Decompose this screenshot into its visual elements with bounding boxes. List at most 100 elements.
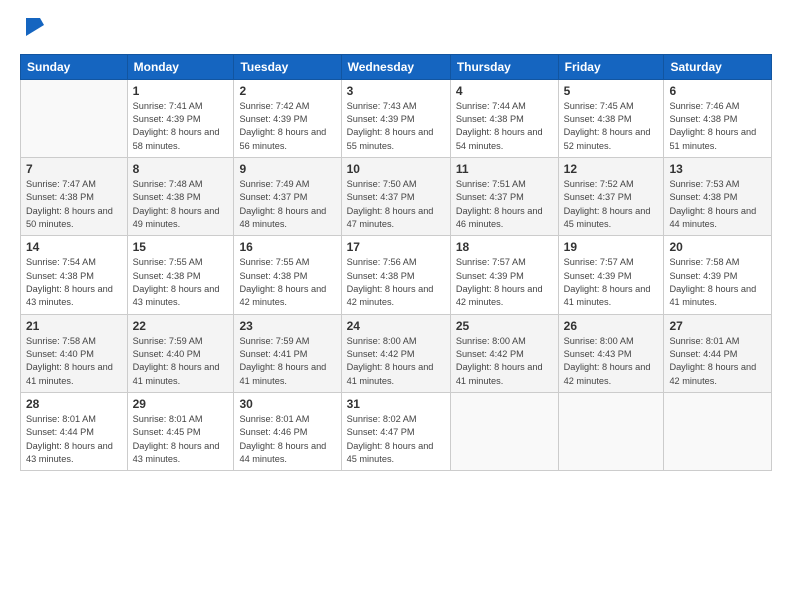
day-number: 25 [456,319,553,333]
weekday-header-sunday: Sunday [21,54,128,79]
calendar-cell: 7 Sunrise: 7:47 AMSunset: 4:38 PMDaylight… [21,157,128,235]
day-info: Sunrise: 7:55 AMSunset: 4:38 PMDaylight:… [133,256,229,309]
day-number: 7 [26,162,122,176]
day-info: Sunrise: 8:01 AMSunset: 4:44 PMDaylight:… [669,335,766,388]
weekday-header-tuesday: Tuesday [234,54,341,79]
day-info: Sunrise: 7:54 AMSunset: 4:38 PMDaylight:… [26,256,122,309]
day-info: Sunrise: 8:00 AMSunset: 4:42 PMDaylight:… [456,335,553,388]
calendar-cell [21,79,128,157]
day-info: Sunrise: 7:49 AMSunset: 4:37 PMDaylight:… [239,178,335,231]
calendar-cell: 16 Sunrise: 7:55 AMSunset: 4:38 PMDayligh… [234,236,341,314]
day-number: 8 [133,162,229,176]
day-info: Sunrise: 7:50 AMSunset: 4:37 PMDaylight:… [347,178,445,231]
weekday-header-wednesday: Wednesday [341,54,450,79]
calendar-cell: 17Sunrise: 7:56 AMSunset: 4:38 PMDayligh… [341,236,450,314]
calendar-cell: 28 Sunrise: 8:01 AMSunset: 4:44 PMDayligh… [21,393,128,471]
day-info: Sunrise: 7:53 AMSunset: 4:38 PMDaylight:… [669,178,766,231]
day-number: 29 [133,397,229,411]
day-info: Sunrise: 7:55 AMSunset: 4:38 PMDaylight:… [239,256,335,309]
day-info: Sunrise: 7:47 AMSunset: 4:38 PMDaylight:… [26,178,122,231]
day-info: Sunrise: 7:46 AMSunset: 4:38 PMDaylight:… [669,100,766,153]
weekday-header-thursday: Thursday [450,54,558,79]
logo-icon [22,14,44,36]
header [20,16,772,44]
day-info: Sunrise: 7:43 AMSunset: 4:39 PMDaylight:… [347,100,445,153]
calendar-cell: 29Sunrise: 8:01 AMSunset: 4:45 PMDayligh… [127,393,234,471]
day-number: 27 [669,319,766,333]
calendar-cell: 22 Sunrise: 7:59 AMSunset: 4:40 PMDayligh… [127,314,234,392]
day-number: 3 [347,84,445,98]
day-number: 23 [239,319,335,333]
day-number: 24 [347,319,445,333]
calendar-cell: 31Sunrise: 8:02 AMSunset: 4:47 PMDayligh… [341,393,450,471]
calendar-cell: 11Sunrise: 7:51 AMSunset: 4:37 PMDayligh… [450,157,558,235]
day-number: 12 [564,162,659,176]
day-info: Sunrise: 7:58 AMSunset: 4:39 PMDaylight:… [669,256,766,309]
day-number: 13 [669,162,766,176]
day-info: Sunrise: 7:57 AMSunset: 4:39 PMDaylight:… [564,256,659,309]
day-info: Sunrise: 7:59 AMSunset: 4:41 PMDaylight:… [239,335,335,388]
calendar-cell: 25 Sunrise: 8:00 AMSunset: 4:42 PMDayligh… [450,314,558,392]
calendar-cell: 12 Sunrise: 7:52 AMSunset: 4:37 PMDayligh… [558,157,664,235]
day-number: 22 [133,319,229,333]
calendar-week-5: 28 Sunrise: 8:01 AMSunset: 4:44 PMDayligh… [21,393,772,471]
day-info: Sunrise: 7:42 AMSunset: 4:39 PMDaylight:… [239,100,335,153]
day-number: 21 [26,319,122,333]
logo [20,16,44,44]
calendar-week-2: 7 Sunrise: 7:47 AMSunset: 4:38 PMDaylight… [21,157,772,235]
calendar-cell [450,393,558,471]
day-info: Sunrise: 7:45 AMSunset: 4:38 PMDaylight:… [564,100,659,153]
day-number: 30 [239,397,335,411]
day-info: Sunrise: 7:52 AMSunset: 4:37 PMDaylight:… [564,178,659,231]
day-number: 14 [26,240,122,254]
day-number: 15 [133,240,229,254]
day-number: 6 [669,84,766,98]
day-info: Sunrise: 7:48 AMSunset: 4:38 PMDaylight:… [133,178,229,231]
day-info: Sunrise: 7:58 AMSunset: 4:40 PMDaylight:… [26,335,122,388]
day-number: 11 [456,162,553,176]
calendar-cell: 23 Sunrise: 7:59 AMSunset: 4:41 PMDayligh… [234,314,341,392]
day-info: Sunrise: 8:00 AMSunset: 4:43 PMDaylight:… [564,335,659,388]
calendar-cell [558,393,664,471]
day-number: 4 [456,84,553,98]
page: SundayMondayTuesdayWednesdayThursdayFrid… [0,0,792,612]
day-number: 28 [26,397,122,411]
calendar-cell: 9 Sunrise: 7:49 AMSunset: 4:37 PMDaylight… [234,157,341,235]
day-number: 31 [347,397,445,411]
calendar-cell: 18 Sunrise: 7:57 AMSunset: 4:39 PMDayligh… [450,236,558,314]
calendar-cell: 20 Sunrise: 7:58 AMSunset: 4:39 PMDayligh… [664,236,772,314]
day-number: 17 [347,240,445,254]
day-info: Sunrise: 7:57 AMSunset: 4:39 PMDaylight:… [456,256,553,309]
day-info: Sunrise: 8:01 AMSunset: 4:46 PMDaylight:… [239,413,335,466]
weekday-header-row: SundayMondayTuesdayWednesdayThursdayFrid… [21,54,772,79]
day-number: 26 [564,319,659,333]
day-info: Sunrise: 7:41 AMSunset: 4:39 PMDaylight:… [133,100,229,153]
day-number: 9 [239,162,335,176]
calendar-cell: 27 Sunrise: 8:01 AMSunset: 4:44 PMDayligh… [664,314,772,392]
day-info: Sunrise: 8:00 AMSunset: 4:42 PMDaylight:… [347,335,445,388]
calendar-cell: 26 Sunrise: 8:00 AMSunset: 4:43 PMDayligh… [558,314,664,392]
day-number: 16 [239,240,335,254]
calendar-week-4: 21 Sunrise: 7:58 AMSunset: 4:40 PMDayligh… [21,314,772,392]
calendar-week-1: 1 Sunrise: 7:41 AMSunset: 4:39 PMDaylight… [21,79,772,157]
calendar-cell: 30 Sunrise: 8:01 AMSunset: 4:46 PMDayligh… [234,393,341,471]
day-info: Sunrise: 8:01 AMSunset: 4:44 PMDaylight:… [26,413,122,466]
calendar-cell: 2 Sunrise: 7:42 AMSunset: 4:39 PMDaylight… [234,79,341,157]
calendar: SundayMondayTuesdayWednesdayThursdayFrid… [20,54,772,472]
calendar-cell: 4 Sunrise: 7:44 AMSunset: 4:38 PMDaylight… [450,79,558,157]
day-info: Sunrise: 7:44 AMSunset: 4:38 PMDaylight:… [456,100,553,153]
weekday-header-monday: Monday [127,54,234,79]
day-number: 1 [133,84,229,98]
calendar-cell: 19 Sunrise: 7:57 AMSunset: 4:39 PMDayligh… [558,236,664,314]
day-number: 10 [347,162,445,176]
day-info: Sunrise: 7:59 AMSunset: 4:40 PMDaylight:… [133,335,229,388]
day-number: 18 [456,240,553,254]
calendar-cell [664,393,772,471]
day-number: 19 [564,240,659,254]
calendar-cell: 6 Sunrise: 7:46 AMSunset: 4:38 PMDaylight… [664,79,772,157]
calendar-cell: 5Sunrise: 7:45 AMSunset: 4:38 PMDaylight… [558,79,664,157]
day-number: 20 [669,240,766,254]
weekday-header-saturday: Saturday [664,54,772,79]
day-number: 2 [239,84,335,98]
calendar-cell: 15 Sunrise: 7:55 AMSunset: 4:38 PMDayligh… [127,236,234,314]
